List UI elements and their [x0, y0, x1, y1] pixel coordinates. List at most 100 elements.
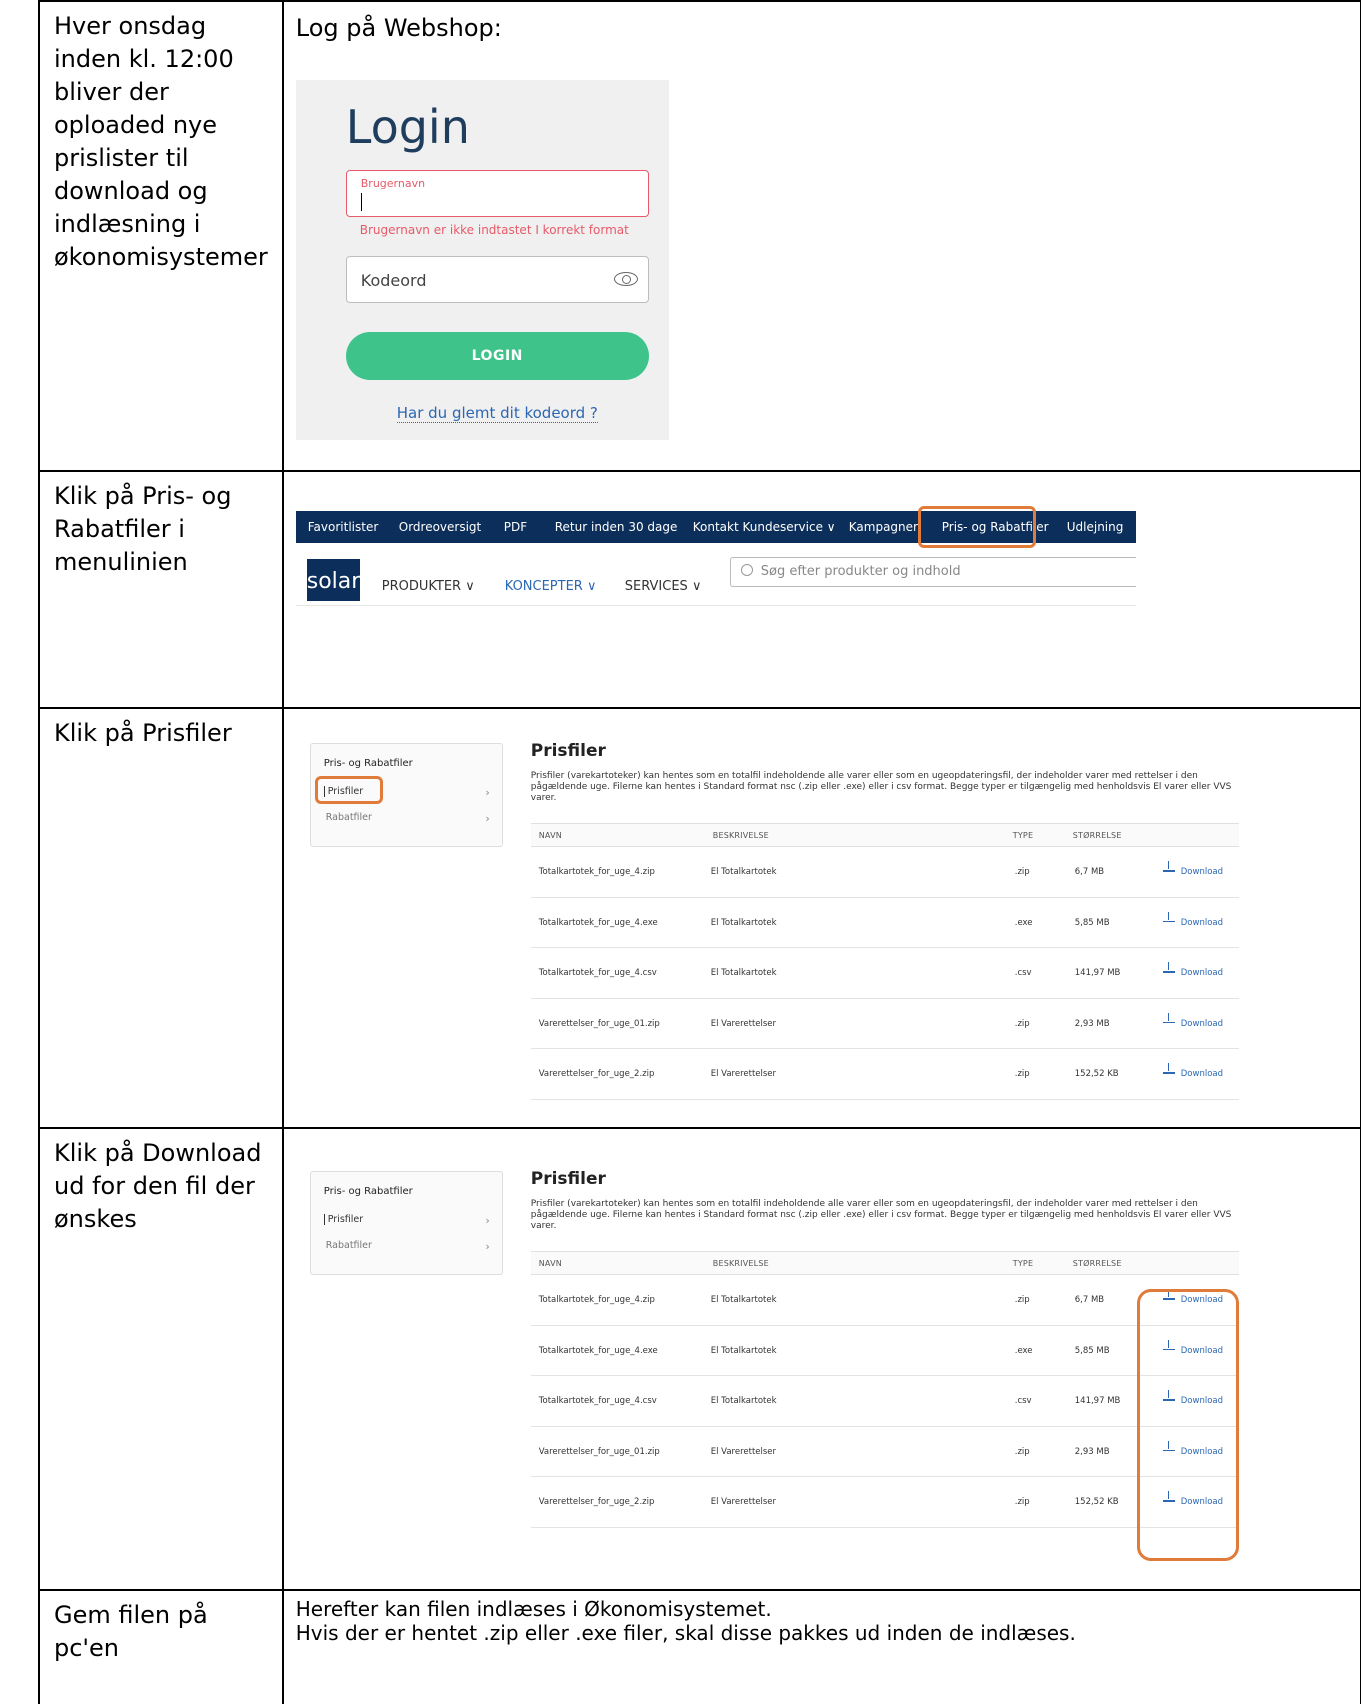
files-table: NAVN BESKRIVELSE TYPE STØRRELSE Totalkar… — [530, 1251, 1239, 1528]
forgot-password-link[interactable]: Har du glemt dit kodeord ? — [396, 404, 598, 423]
download-link[interactable]: Download — [1181, 1069, 1223, 1079]
username-label: Brugernavn — [360, 177, 426, 190]
file-desc: El Totalkartotek — [710, 968, 777, 978]
chevron-right-icon: › — [485, 1240, 490, 1253]
col-storrelse: STØRRELSE — [1072, 831, 1122, 840]
file-name: Varerettelser_for_uge_2.zip — [538, 1069, 655, 1079]
file-desc: El Totalkartotek — [710, 867, 777, 877]
col-navn: NAVN — [538, 1259, 562, 1268]
password-input[interactable]: Kodeord — [345, 256, 649, 303]
file-desc: El Totalkartotek — [710, 1295, 777, 1305]
menu-item-pdf[interactable]: PDF — [504, 520, 527, 534]
menu-item-ordreoversigt[interactable]: Ordreoversigt — [399, 520, 482, 534]
download-link[interactable]: Download — [1181, 968, 1223, 978]
sidebar-item-rabatfiler[interactable]: Rabatfiler — [326, 1240, 372, 1251]
download-icon[interactable] — [1162, 911, 1175, 924]
download-icon[interactable] — [1162, 1012, 1175, 1025]
menu-item-kampagner[interactable]: Kampagner — [849, 520, 918, 534]
sidebar: Pris- og Rabatfiler Prisfiler › Rabatfil… — [309, 1171, 503, 1275]
file-type: .csv — [1014, 968, 1032, 978]
download-icon[interactable] — [1162, 861, 1175, 873]
menu-item-retur[interactable]: Retur inden 30 dage — [555, 520, 678, 534]
file-type: .zip — [1014, 867, 1030, 877]
file-size: 152,52 KB — [1074, 1069, 1119, 1079]
table-row: Totalkartotek_for_uge_4.zip El Totalkart… — [530, 847, 1239, 898]
file-size: 2,93 MB — [1074, 1446, 1110, 1457]
file-size: 5,85 MB — [1074, 917, 1110, 928]
file-desc: El Varerettelser — [710, 1069, 777, 1079]
file-type: .zip — [1014, 1069, 1030, 1079]
divider — [295, 605, 1136, 606]
highlight-box — [1136, 1289, 1239, 1561]
file-desc: El Varerettelser — [710, 1018, 777, 1029]
file-size: 141,97 MB — [1074, 1396, 1121, 1406]
step-description: Klik på Download ud for den fil der ønsk… — [38, 1127, 284, 1591]
menu-item-favoritlister[interactable]: Favoritlister — [308, 520, 379, 534]
table-row: Varerettelser_for_uge_2.zip El Varerette… — [530, 1049, 1239, 1100]
table-row: Totalkartotek_for_uge_4.exe El Totalkart… — [530, 1326, 1239, 1376]
page-title: Prisfiler — [530, 1169, 606, 1189]
file-name: Totalkartotek_for_uge_4.zip — [538, 1295, 655, 1305]
table-row: Totalkartotek_for_uge_4.csv El Totalkart… — [530, 1376, 1239, 1427]
username-input[interactable]: Brugernavn — [345, 170, 649, 217]
file-type: .exe — [1014, 917, 1033, 928]
nav-produkter[interactable]: PRODUKTER ∨ — [382, 579, 475, 594]
sidebar-item-prisfiler[interactable]: Prisfiler — [323, 1214, 363, 1225]
nav-koncepter[interactable]: KONCEPTER ∨ — [505, 579, 597, 594]
file-name: Totalkartotek_for_uge_4.exe — [538, 1345, 658, 1356]
table-row: Varerettelser_for_uge_2.zip El Varerette… — [530, 1477, 1239, 1528]
sidebar-heading: Pris- og Rabatfiler — [323, 1186, 413, 1197]
menu-item-udlejning[interactable]: Udlejning — [1067, 520, 1124, 534]
sidebar-item-rabatfiler[interactable]: Rabatfiler — [326, 812, 372, 823]
file-name: Varerettelser_for_uge_2.zip — [538, 1497, 655, 1507]
sidebar-heading: Pris- og Rabatfiler — [323, 758, 413, 769]
download-link[interactable]: Download — [1181, 867, 1223, 877]
file-size: 152,52 KB — [1074, 1497, 1119, 1507]
page-description: Prisfiler (varekartoteker) kan hentes so… — [530, 771, 1232, 803]
chevron-right-icon: › — [485, 812, 490, 825]
page-title: Prisfiler — [530, 741, 606, 761]
table-row: Totalkartotek_for_uge_4.zip El Totalkart… — [530, 1275, 1239, 1326]
table-row: Varerettelser_for_uge_01.zip El Varerett… — [530, 999, 1239, 1049]
file-name: Totalkartotek_for_uge_4.exe — [538, 917, 658, 928]
download-link[interactable]: Download — [1181, 918, 1223, 928]
username-error: Brugernavn er ikke indtastet I korrekt f… — [359, 223, 629, 237]
file-type: .zip — [1014, 1018, 1030, 1029]
page-description: Prisfiler (varekartoteker) kan hentes so… — [530, 1199, 1232, 1231]
webshop-login-heading: Log på Webshop: — [295, 14, 502, 42]
table-row: Totalkartotek_for_uge_4.exe El Totalkart… — [530, 898, 1239, 948]
login-button[interactable]: LOGIN — [345, 332, 649, 380]
solar-logo[interactable]: solar — [306, 559, 360, 601]
file-desc: El Varerettelser — [710, 1446, 777, 1457]
menu-item-kontakt[interactable]: Kontakt Kundeservice ∨ — [693, 520, 836, 534]
col-beskrivelse: BESKRIVELSE — [712, 831, 769, 840]
file-size: 2,93 MB — [1074, 1018, 1110, 1029]
instruction-line-2: Hvis der er hentet .zip eller .exe filer… — [295, 1621, 1076, 1645]
step-row-prisfiler: Klik på Prisfiler Pris- og Rabatfiler Pr… — [38, 707, 1361, 1129]
step-row-save: Gem filen på pc'en Herefter kan filen in… — [38, 1589, 1361, 1704]
login-title: Login — [345, 100, 470, 154]
file-desc: El Totalkartotek — [710, 1396, 777, 1406]
col-navn: NAVN — [538, 831, 562, 840]
file-type: .exe — [1014, 1345, 1033, 1356]
chevron-right-icon: › — [485, 786, 490, 799]
download-icon[interactable] — [1162, 962, 1175, 974]
step-row-login: Hver onsdag inden kl. 12:00 bliver der o… — [38, 0, 1361, 472]
search-input[interactable]: Søg efter produkter og indhold — [729, 557, 1136, 587]
nav-services[interactable]: SERVICES ∨ — [625, 579, 702, 594]
file-type: .csv — [1014, 1396, 1032, 1406]
file-name: Totalkartotek_for_uge_4.csv — [538, 968, 657, 978]
step-row-download: Klik på Download ud for den fil der ønsk… — [38, 1127, 1361, 1591]
table-header: NAVN BESKRIVELSE TYPE STØRRELSE — [530, 1251, 1239, 1275]
step-description: Hver onsdag inden kl. 12:00 bliver der o… — [38, 0, 284, 472]
download-link[interactable]: Download — [1181, 1019, 1223, 1029]
col-type: TYPE — [1012, 1259, 1034, 1268]
file-type: .zip — [1014, 1446, 1030, 1457]
instruction-line-1: Herefter kan filen indlæses i Økonomisys… — [295, 1597, 772, 1621]
step-description: Klik på Pris- og Rabatfiler i menulinien — [38, 470, 284, 709]
step-description: Gem filen på pc'en — [38, 1589, 284, 1704]
eye-icon[interactable] — [613, 272, 638, 286]
download-icon[interactable] — [1162, 1063, 1175, 1075]
file-size: 141,97 MB — [1074, 968, 1121, 978]
col-beskrivelse: BESKRIVELSE — [712, 1259, 769, 1268]
